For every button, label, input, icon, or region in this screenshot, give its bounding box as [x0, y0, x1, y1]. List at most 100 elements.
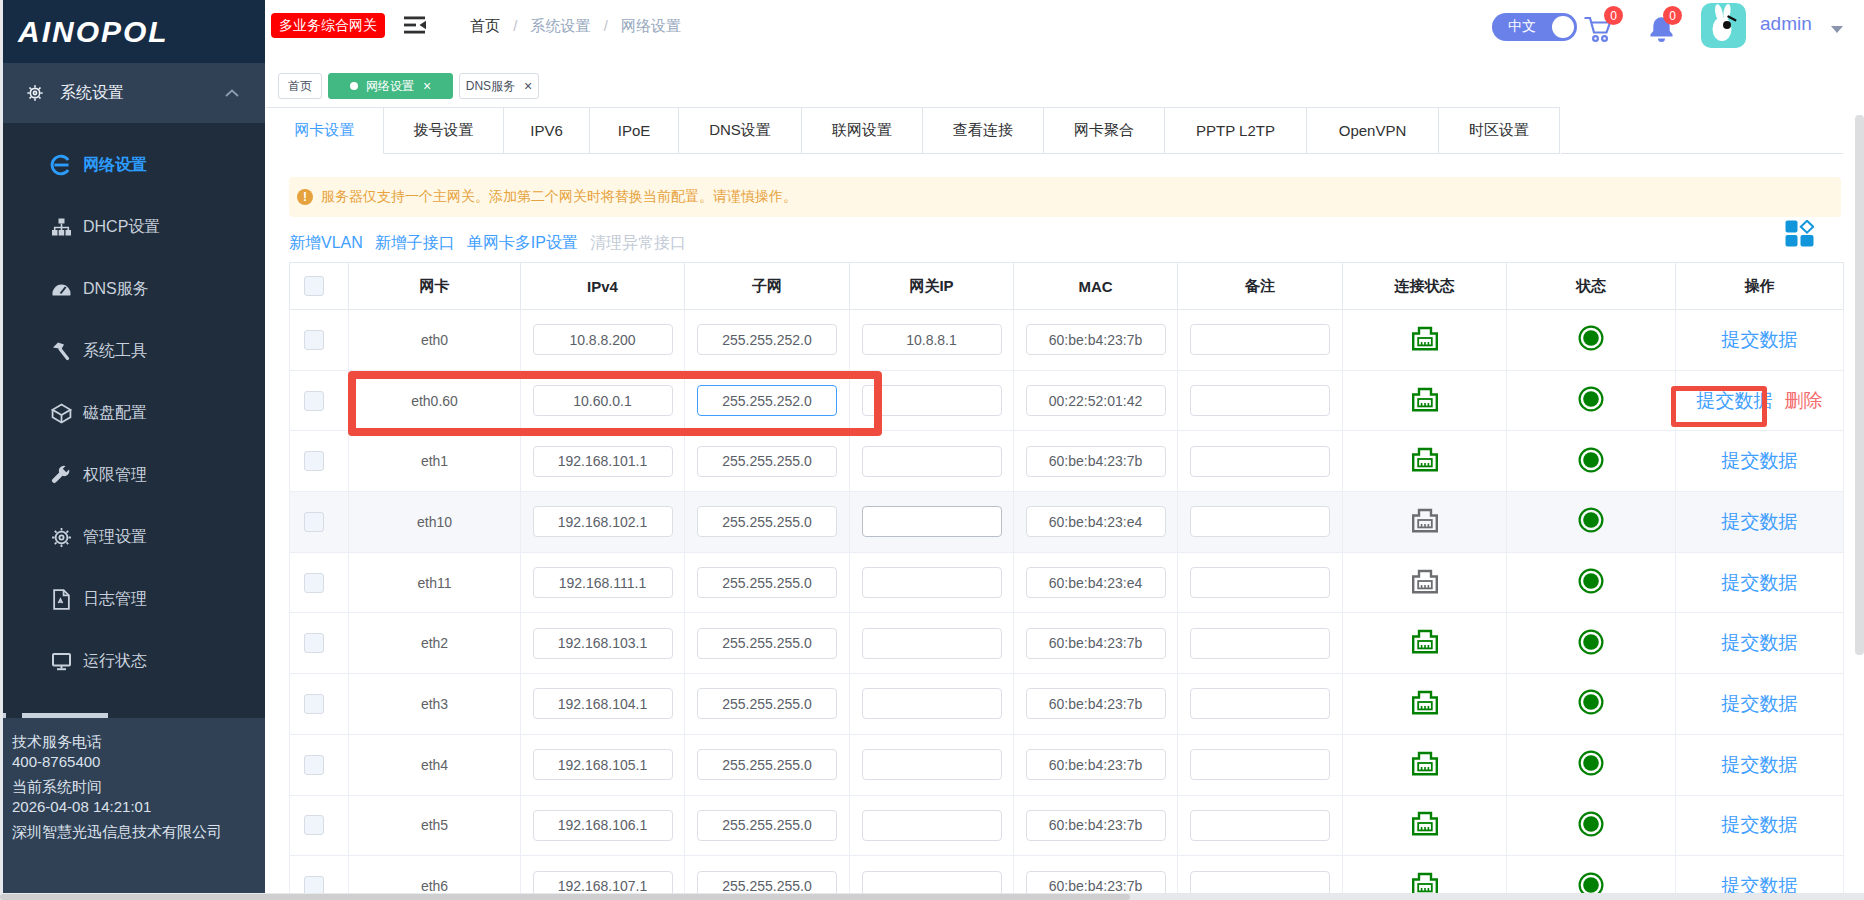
submit-data-link[interactable]: 提交数据: [1722, 511, 1798, 532]
tag-3[interactable]: DNS服务×: [459, 73, 539, 99]
gateway-input[interactable]: [862, 688, 1002, 719]
mac-input[interactable]: 60:be:b4:23:7b: [1026, 324, 1166, 355]
ipv4-input[interactable]: 192.168.106.1: [533, 810, 673, 841]
submit-data-link[interactable]: 提交数据: [1722, 572, 1798, 593]
subtab-11[interactable]: 时区设置: [1439, 107, 1560, 154]
remark-input[interactable]: [1190, 688, 1330, 719]
action-link-1[interactable]: 新增VLAN: [289, 234, 363, 251]
subtab-2[interactable]: 拨号设置: [384, 107, 504, 154]
mac-input[interactable]: 60:be:b4:23:7b: [1026, 688, 1166, 719]
subtab-8[interactable]: 网卡聚合: [1044, 107, 1165, 154]
sidebar-item-1[interactable]: 网络设置: [0, 134, 265, 196]
row-checkbox[interactable]: [304, 451, 324, 471]
subnet-input[interactable]: 255.255.252.0: [697, 324, 837, 355]
remark-input[interactable]: [1190, 628, 1330, 659]
ipv4-input[interactable]: 10.8.8.200: [533, 324, 673, 355]
ipv4-input[interactable]: 192.168.103.1: [533, 628, 673, 659]
gateway-input[interactable]: [862, 749, 1002, 780]
subnet-input[interactable]: 255.255.255.0: [697, 506, 837, 537]
submit-data-link[interactable]: 提交数据: [1722, 754, 1798, 775]
subtab-5[interactable]: DNS设置: [679, 107, 802, 154]
submit-data-link[interactable]: 提交数据: [1722, 632, 1798, 653]
tag-1[interactable]: 首页: [278, 73, 322, 99]
ipv4-input[interactable]: 192.168.105.1: [533, 749, 673, 780]
subtab-10[interactable]: OpenVPN: [1307, 107, 1439, 154]
ipv4-input[interactable]: 192.168.104.1: [533, 688, 673, 719]
sidebar-menu-system-settings[interactable]: 系统设置: [0, 63, 265, 123]
sidebar-item-8[interactable]: 日志管理: [0, 568, 265, 630]
hamburger-collapse-icon[interactable]: [404, 15, 427, 39]
submit-data-link[interactable]: 提交数据: [1722, 693, 1798, 714]
row-checkbox[interactable]: [304, 633, 324, 653]
avatar[interactable]: [1701, 3, 1746, 48]
gateway-input[interactable]: [862, 385, 1002, 416]
sidebar-item-2[interactable]: DHCP设置: [0, 196, 265, 258]
tag-close-icon[interactable]: ×: [423, 79, 431, 93]
mac-input[interactable]: 60:be:b4:23:7b: [1026, 628, 1166, 659]
subnet-input[interactable]: 255.255.255.0: [697, 810, 837, 841]
breadcrumb-system-settings[interactable]: 系统设置: [531, 17, 591, 34]
vertical-scrollbar-thumb[interactable]: [1855, 115, 1864, 655]
gateway-input[interactable]: [862, 628, 1002, 659]
sidebar-item-3[interactable]: DNS服务: [0, 258, 265, 320]
ipv4-input[interactable]: 192.168.101.1: [533, 446, 673, 477]
subnet-input[interactable]: 255.255.255.0: [697, 567, 837, 598]
select-all-checkbox[interactable]: [304, 276, 324, 296]
submit-data-link[interactable]: 提交数据: [1722, 329, 1798, 350]
sidebar-item-5[interactable]: 磁盘配置: [0, 382, 265, 444]
mac-input[interactable]: 60:be:b4:23:7b: [1026, 749, 1166, 780]
mac-input[interactable]: 60:be:b4:23:e4: [1026, 506, 1166, 537]
submit-data-link[interactable]: 提交数据: [1722, 450, 1798, 471]
row-checkbox[interactable]: [304, 391, 324, 411]
ipv4-input[interactable]: 192.168.102.1: [533, 506, 673, 537]
sidebar-item-10[interactable]: [0, 692, 265, 718]
action-link-2[interactable]: 新增子接口: [375, 234, 455, 251]
row-checkbox[interactable]: [304, 330, 324, 350]
subtab-3[interactable]: IPV6: [504, 107, 590, 154]
language-toggle[interactable]: 中文: [1492, 13, 1577, 41]
row-checkbox[interactable]: [304, 512, 324, 532]
ipv4-input[interactable]: 192.168.111.1: [533, 567, 673, 598]
row-checkbox[interactable]: [304, 755, 324, 775]
remark-input[interactable]: [1190, 446, 1330, 477]
breadcrumb-home[interactable]: 首页: [470, 17, 500, 34]
subtab-9[interactable]: PPTP L2TP: [1165, 107, 1307, 154]
remark-input[interactable]: [1190, 810, 1330, 841]
remark-input[interactable]: [1190, 749, 1330, 780]
action-link-3[interactable]: 单网卡多IP设置: [467, 234, 578, 251]
remark-input[interactable]: [1190, 506, 1330, 537]
mac-input[interactable]: 00:22:52:01:42: [1026, 385, 1166, 416]
delete-link[interactable]: 删除: [1785, 390, 1823, 411]
row-checkbox[interactable]: [304, 694, 324, 714]
subnet-input[interactable]: 255.255.255.0: [697, 628, 837, 659]
gateway-input[interactable]: 10.8.8.1: [862, 324, 1002, 355]
subtab-1[interactable]: 网卡设置: [266, 107, 384, 154]
gateway-input[interactable]: [862, 446, 1002, 477]
mac-input[interactable]: 60:be:b4:23:7b: [1026, 446, 1166, 477]
subtab-7[interactable]: 查看连接: [923, 107, 1044, 154]
sidebar-item-7[interactable]: 管理设置: [0, 506, 265, 568]
subnet-input[interactable]: 255.255.255.0: [697, 446, 837, 477]
tag-2[interactable]: 网络设置×: [328, 73, 453, 99]
sidebar-item-6[interactable]: 权限管理: [0, 444, 265, 506]
subtab-4[interactable]: IPoE: [590, 107, 679, 154]
subnet-input[interactable]: 255.255.255.0: [697, 749, 837, 780]
subtab-6[interactable]: 联网设置: [802, 107, 923, 154]
remark-input[interactable]: [1190, 385, 1330, 416]
subnet-input[interactable]: 255.255.255.0: [697, 688, 837, 719]
sidebar-item-9[interactable]: 运行状态: [0, 630, 265, 692]
column-layout-icon[interactable]: [1785, 220, 1814, 251]
mac-input[interactable]: 60:be:b4:23:7b: [1026, 810, 1166, 841]
gateway-input[interactable]: [862, 567, 1002, 598]
sidebar-item-4[interactable]: 系统工具: [0, 320, 265, 382]
gateway-input[interactable]: [862, 810, 1002, 841]
gateway-input[interactable]: [862, 506, 1002, 537]
tag-close-icon[interactable]: ×: [524, 79, 532, 93]
admin-username[interactable]: admin: [1760, 13, 1812, 35]
mac-input[interactable]: 60:be:b4:23:e4: [1026, 567, 1166, 598]
horizontal-scrollbar-thumb[interactable]: [0, 894, 1130, 900]
row-checkbox[interactable]: [304, 815, 324, 835]
remark-input[interactable]: [1190, 567, 1330, 598]
remark-input[interactable]: [1190, 324, 1330, 355]
row-checkbox[interactable]: [304, 573, 324, 593]
